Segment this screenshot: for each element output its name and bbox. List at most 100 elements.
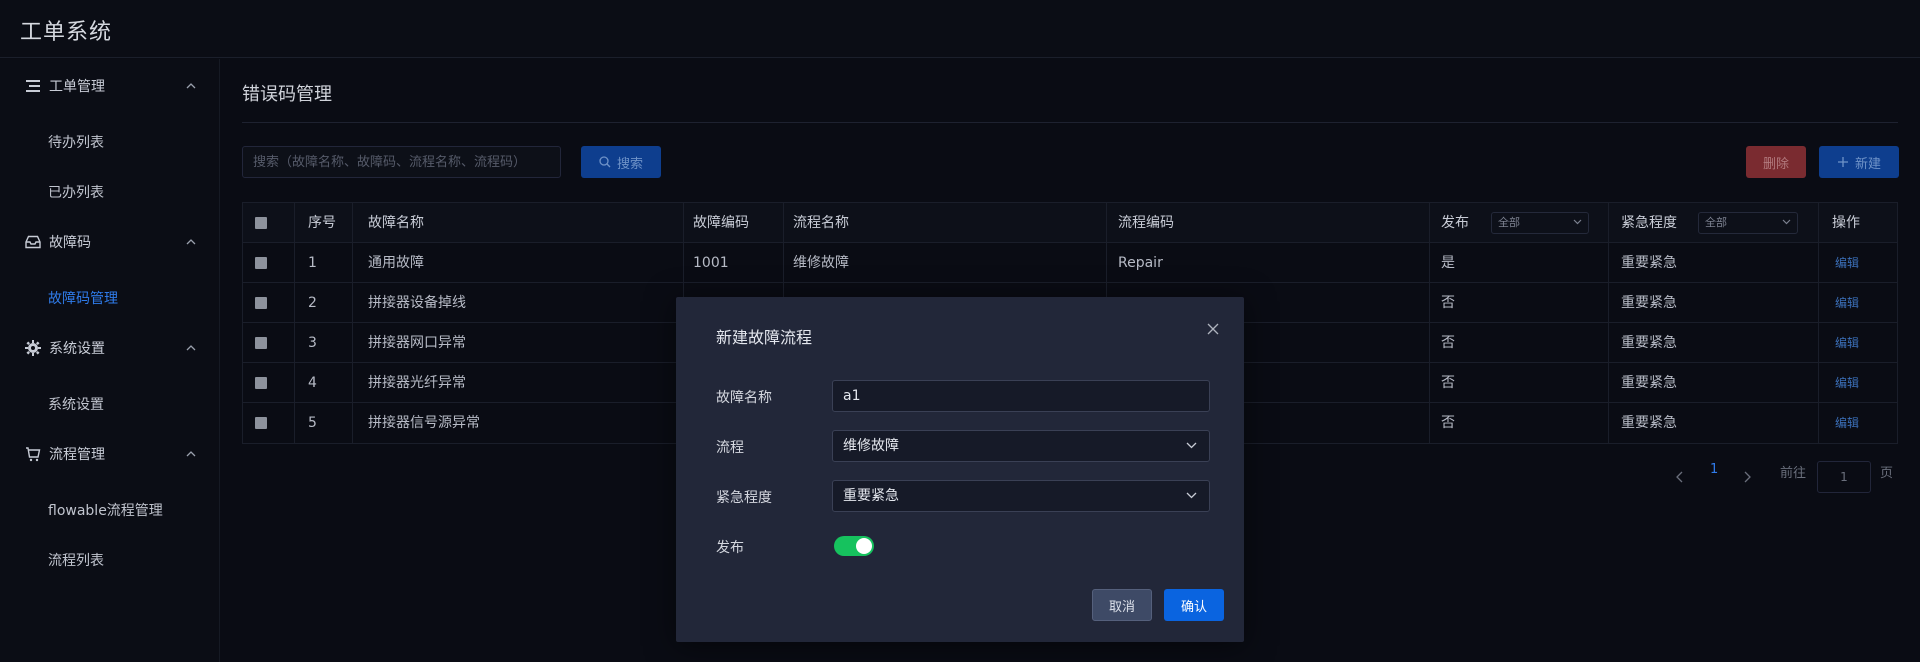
select-all-checkbox[interactable] [255, 217, 267, 229]
cell-urgency: 重要紧急 [1621, 415, 1677, 431]
cell-publish: 否 [1441, 295, 1455, 311]
cell-name: 拼接器网口异常 [368, 335, 466, 351]
cell-name: 拼接器信号源异常 [368, 415, 480, 431]
chevron-up-icon [186, 83, 196, 89]
sidebar-item-system-settings[interactable]: 系统设置 [48, 394, 104, 414]
cell-urgency: 重要紧急 [1621, 255, 1677, 271]
chevron-up-icon [186, 345, 196, 351]
urgency-filter-value: 全部 [1705, 216, 1727, 229]
table-header-row: 序号 故障名称 故障编码 流程名称 流程编码 发布 全部 紧急程度 全部 操作 [243, 203, 1897, 243]
chevron-down-icon [1782, 219, 1791, 225]
flow-select-value: 维修故障 [843, 438, 899, 454]
goto-suffix: 页 [1880, 466, 1894, 481]
cell-name: 拼接器光纤异常 [368, 375, 466, 391]
row-checkbox[interactable] [255, 417, 267, 429]
header-publish: 发布 [1441, 215, 1469, 231]
app-title: 工单系统 [20, 20, 113, 45]
cell-publish: 否 [1441, 415, 1455, 431]
urgency-label: 紧急程度 [716, 490, 772, 506]
edit-link[interactable]: 编辑 [1835, 403, 1859, 443]
urgency-filter-select[interactable]: 全部 [1698, 212, 1798, 234]
fault-name-input[interactable]: a1 [832, 380, 1210, 412]
new-fault-flow-dialog: 新建故障流程 故障名称 a1 流程 维修故障 紧急程度 重要紧急 发布 取消 确… [676, 297, 1244, 642]
sidebar-group-label: 流程管理 [49, 447, 105, 463]
publish-toggle[interactable] [834, 536, 874, 556]
cell-flow-name: 维修故障 [793, 255, 849, 271]
confirm-button[interactable]: 确认 [1164, 589, 1224, 621]
search-button[interactable]: 搜索 [581, 146, 661, 178]
search-button-label: 搜索 [616, 156, 643, 172]
cell-index: 4 [308, 375, 317, 391]
sidebar: 工单管理 待办列表 已办列表 故障码 故障码管理 系统设置 系统设置 流程管理 … [0, 59, 220, 662]
goto-page-input[interactable]: 1 [1817, 461, 1871, 493]
cell-flow-code: Repair [1118, 255, 1163, 271]
sidebar-group-label: 故障码 [49, 235, 91, 251]
sidebar-item-done[interactable]: 已办列表 [48, 182, 104, 202]
fault-name-label: 故障名称 [716, 390, 772, 406]
sidebar-group-system-settings[interactable]: 系统设置 [0, 328, 220, 368]
edit-link[interactable]: 编辑 [1835, 323, 1859, 363]
header-flow-code: 流程编码 [1118, 215, 1174, 231]
goto-prefix: 前往 [1780, 466, 1807, 481]
gear-icon [24, 339, 42, 357]
publish-filter-value: 全部 [1498, 216, 1520, 229]
flow-select[interactable]: 维修故障 [832, 430, 1210, 462]
row-checkbox[interactable] [255, 297, 267, 309]
chevron-down-icon [1186, 442, 1197, 449]
new-button[interactable]: 新建 [1819, 146, 1899, 178]
header-flow-name: 流程名称 [793, 215, 849, 231]
sidebar-group-work-order[interactable]: 工单管理 [0, 66, 220, 106]
dialog-title: 新建故障流程 [716, 328, 813, 347]
header-urgency: 紧急程度 [1621, 215, 1677, 231]
search-icon [599, 156, 611, 168]
search-input[interactable] [242, 146, 561, 178]
toggle-knob [856, 538, 872, 554]
edit-link[interactable]: 编辑 [1835, 363, 1859, 403]
edit-link[interactable]: 编辑 [1835, 243, 1859, 283]
new-button-label: 新建 [1854, 156, 1881, 172]
sidebar-item-flow-list[interactable]: 流程列表 [48, 550, 104, 570]
table-row: 1 通用故障 1001 维修故障 Repair 是 重要紧急 编辑 [243, 243, 1897, 283]
sidebar-group-label: 工单管理 [49, 79, 105, 95]
publish-label: 发布 [716, 540, 744, 556]
page-title: 错误码管理 [242, 84, 332, 105]
cell-index: 5 [308, 415, 317, 431]
cell-code: 1001 [693, 255, 729, 271]
cart-icon [24, 445, 42, 463]
chevron-up-icon [186, 239, 196, 245]
urgency-select-value: 重要紧急 [843, 488, 899, 504]
divider [242, 122, 1898, 123]
row-checkbox[interactable] [255, 377, 267, 389]
top-bar: 工单系统 [0, 0, 1920, 58]
sidebar-item-flowable[interactable]: flowable流程管理 [48, 500, 163, 520]
cell-urgency: 重要紧急 [1621, 375, 1677, 391]
sidebar-item-fault-code-manage[interactable]: 故障码管理 [48, 288, 118, 308]
cell-publish: 否 [1441, 375, 1455, 391]
delete-button[interactable]: 删除 [1746, 146, 1806, 178]
edit-link[interactable]: 编辑 [1835, 283, 1859, 323]
row-checkbox[interactable] [255, 257, 267, 269]
cell-publish: 否 [1441, 335, 1455, 351]
publish-filter-select[interactable]: 全部 [1491, 212, 1589, 234]
chevron-down-icon [1186, 492, 1197, 499]
cell-urgency: 重要紧急 [1621, 335, 1677, 351]
cancel-button[interactable]: 取消 [1092, 589, 1152, 621]
header-index: 序号 [308, 215, 336, 231]
sidebar-group-flow-manage[interactable]: 流程管理 [0, 434, 220, 474]
cell-urgency: 重要紧急 [1621, 295, 1677, 311]
list-icon [24, 77, 42, 95]
cell-index: 3 [308, 335, 317, 351]
current-page[interactable]: 1 [1710, 462, 1718, 477]
sidebar-item-todo[interactable]: 待办列表 [48, 132, 104, 152]
chevron-up-icon [186, 451, 196, 457]
sidebar-group-fault-code[interactable]: 故障码 [0, 222, 220, 262]
cell-publish: 是 [1441, 255, 1455, 271]
close-icon[interactable] [1206, 322, 1220, 336]
plus-icon [1837, 157, 1848, 167]
next-page-icon[interactable] [1743, 471, 1751, 483]
inbox-icon [24, 233, 42, 251]
urgency-select[interactable]: 重要紧急 [832, 480, 1210, 512]
header-code: 故障编码 [693, 215, 749, 231]
prev-page-icon[interactable] [1676, 471, 1684, 483]
row-checkbox[interactable] [255, 337, 267, 349]
